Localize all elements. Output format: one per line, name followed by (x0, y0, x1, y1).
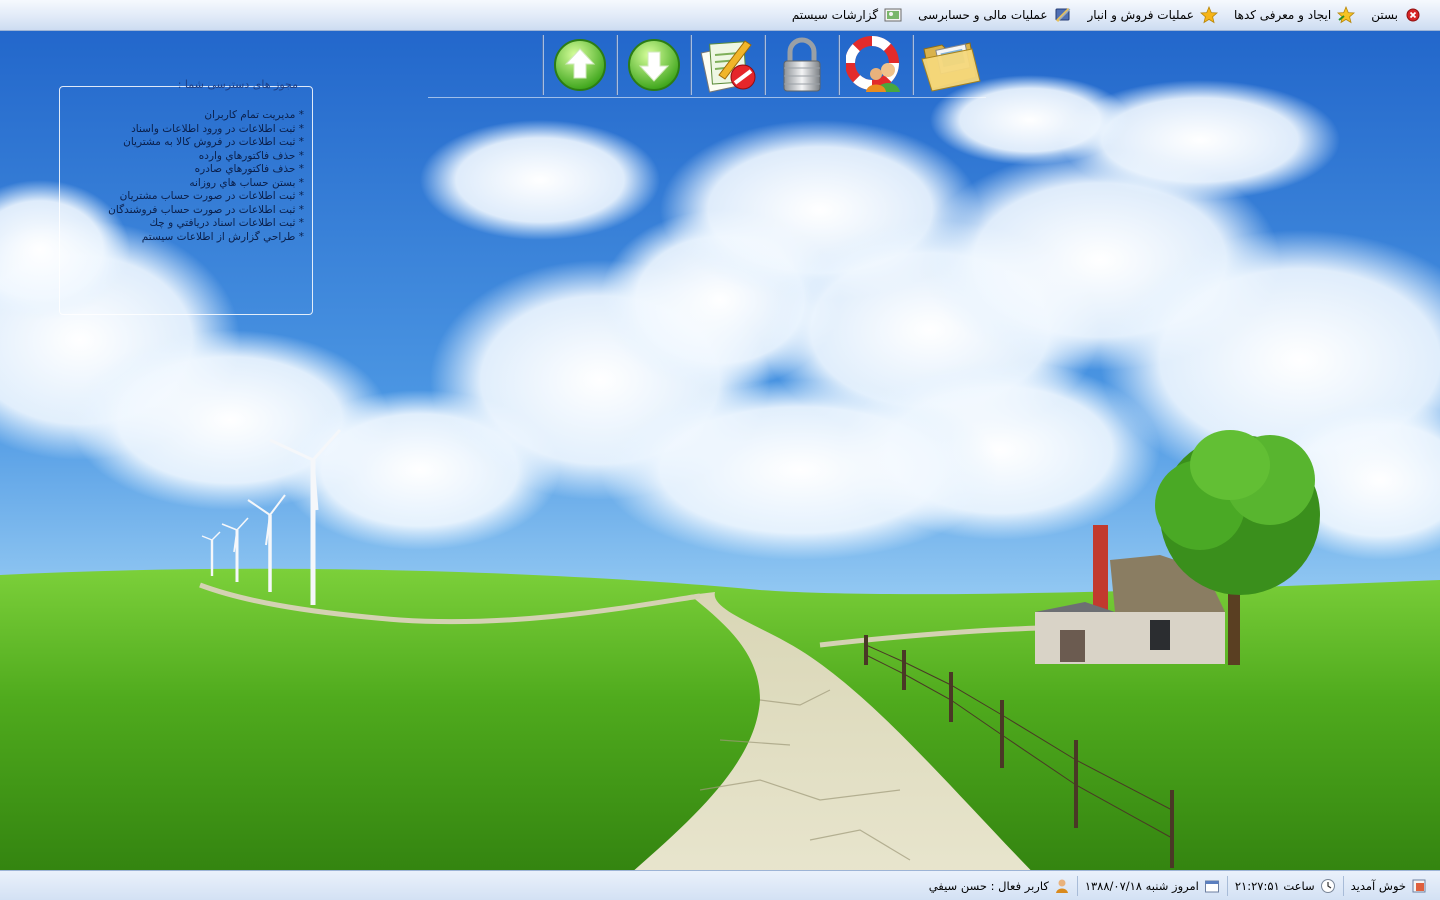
status-time: ساعت ۲۱:۲۷:۵۱ (1226, 875, 1343, 896)
tools-icon (1055, 7, 1070, 23)
download-arrow-icon (628, 39, 680, 91)
support-users-icon (846, 36, 900, 92)
lock-button[interactable] (766, 35, 838, 95)
welcome-icon (1412, 879, 1426, 892)
upload-arrow-icon (554, 39, 606, 91)
menu-item-finance-audit[interactable]: عملیات مالی و حسابرسی (910, 3, 1079, 27)
menu-item-label: ایجاد و معرفی کدها (1233, 8, 1332, 22)
permission-item: * ثبت اطلاعات در صورت حساب فروشندگان (108, 203, 304, 216)
user-icon (1055, 879, 1068, 893)
star-icon (1337, 6, 1356, 24)
permission-item: * طراحي گزارش از اطلاعات سیستم (141, 230, 304, 243)
edit-document-button[interactable] (692, 35, 764, 95)
menu-item-close[interactable]: بستن (1363, 3, 1430, 27)
support-users-button[interactable] (840, 35, 912, 95)
permissions-list: * مدیریت تمام کاربران * ثبت اطلاعات در و… (108, 109, 304, 244)
status-date: امروز شنبه ۱۳۸۸/۰۷/۱۸ (1076, 875, 1227, 896)
status-date-text: امروز شنبه ۱۳۸۸/۰۷/۱۸ (1084, 878, 1199, 893)
status-welcome-text: خوش آمدید (1350, 878, 1406, 893)
open-folder-button[interactable] (914, 35, 986, 95)
permission-item: * حذف فاکتورهاي صادره (194, 163, 304, 175)
menu-item-label: عملیات فروش و انبار (1087, 8, 1194, 22)
permission-item: * ثبت اطلاعات اسناد دریافتي و چك (149, 217, 304, 229)
upload-button[interactable] (544, 35, 616, 95)
status-user-text: کاربر فعال : حسن سیفي (928, 878, 1049, 893)
permission-item: * ثبت اطلاعات در صورت حساب مشتریان (119, 190, 304, 202)
permission-item: * حذف فاکتورهاي وارده (198, 149, 304, 162)
main-toolbar (428, 33, 986, 98)
status-bar: خوش آمدید ساعت ۲۱:۲۷:۵۱ امروز شنبه ۱۳۸۸/… (0, 870, 1440, 900)
permissions-title: مجوز های دسترسی شما : (173, 78, 302, 91)
close-icon (1406, 8, 1420, 22)
menu-item-label: عملیات مالی و حسابرسی (918, 8, 1048, 22)
clock-icon (1320, 878, 1335, 893)
main-menu-bar: بستن ایجاد و معرفی کدها عملیات فروش و ان… (0, 0, 1440, 31)
permission-item: * ثبت اطلاعات در فروش کالا به مشتریان (123, 136, 304, 148)
status-active-user: کاربر فعال : حسن سیفي (922, 876, 1077, 896)
lock-icon (783, 37, 821, 92)
calendar-icon (1204, 880, 1219, 892)
folder-icon (921, 42, 981, 92)
menu-item-label: گزارشات سیستم (791, 8, 879, 22)
permission-item: * ثبت اطلاعات در ورود اطلاعات واسناد (131, 122, 304, 135)
report-icon (884, 8, 902, 22)
permission-item: * بستن حساب هاي روزانه (189, 176, 304, 189)
permissions-groupbox: مجوز های دسترسی شما : * مدیریت تمام کارب… (59, 78, 313, 315)
edit-document-icon (700, 40, 756, 93)
star-icon (1199, 6, 1218, 24)
menu-item-sales-warehouse[interactable]: عملیات فروش و انبار (1080, 3, 1226, 27)
status-welcome: خوش آمدید (1342, 875, 1434, 896)
menu-item-system-reports[interactable]: گزارشات سیستم (784, 3, 910, 27)
menu-item-create-codes[interactable]: ایجاد و معرفی کدها (1226, 3, 1363, 27)
download-button[interactable] (618, 35, 690, 95)
permission-item: * مدیریت تمام کاربران (204, 109, 304, 121)
menu-item-label: بستن (1371, 8, 1398, 22)
status-time-text: ساعت ۲۱:۲۷:۵۱ (1234, 878, 1315, 893)
